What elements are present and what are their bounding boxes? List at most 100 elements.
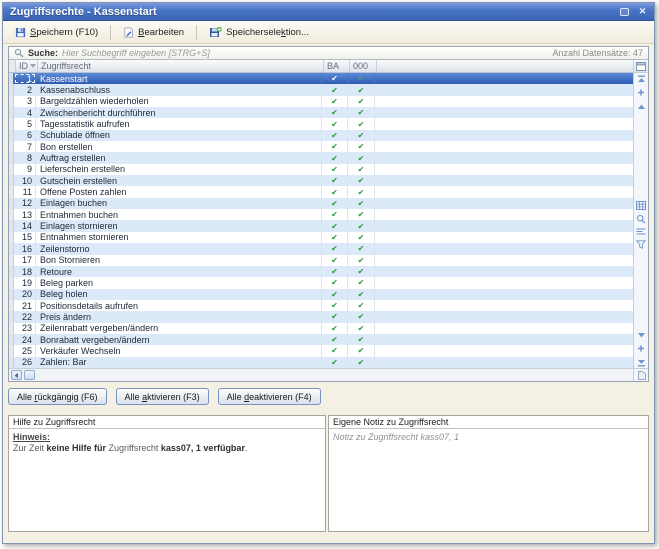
cell-id: 12 (14, 198, 36, 209)
scroll-thumb-button[interactable] (24, 370, 35, 380)
table-row[interactable]: 21Positionsdetails aufrufen✔✔ (9, 300, 633, 311)
cell-zugriffsrecht: Bon Stornieren (36, 255, 322, 266)
table-row[interactable]: 12Einlagen buchen✔✔ (9, 198, 633, 209)
horizontal-scrollbar[interactable] (9, 368, 633, 381)
scroll-up-icon[interactable] (636, 102, 647, 111)
cell-000-check: ✔ (348, 334, 375, 345)
deactivate-all-button[interactable]: Alle deaktivieren (F4) (218, 388, 321, 405)
cell-zugriffsrecht: Zeilenstorno (36, 243, 322, 254)
cell-ba-check: ✔ (322, 311, 348, 322)
note-panel-title: Eigene Notiz zu Zugriffsrecht (329, 416, 648, 429)
table-row[interactable]: 16Zeilenstorno✔✔ (9, 243, 633, 254)
cell-zugriffsrecht: Entnahmen buchen (36, 209, 322, 220)
cell-ba-check: ✔ (322, 164, 348, 175)
filter-icon[interactable] (636, 240, 647, 249)
cell-id: 8 (14, 152, 36, 163)
grid-view-icon[interactable] (636, 201, 647, 210)
cell-id: 6 (14, 130, 36, 141)
table-row[interactable]: 14Einlagen stornieren✔✔ (9, 220, 633, 231)
table-row[interactable]: 13Entnahmen buchen✔✔ (9, 209, 633, 220)
selection-button[interactable]: Speicherselektion... (203, 23, 315, 41)
cell-ba-check: ✔ (322, 186, 348, 197)
scroll-to-top-icon[interactable] (636, 74, 647, 83)
table-row[interactable]: 11Offene Posten zahlen✔✔ (9, 186, 633, 197)
page-down-icon[interactable] (636, 344, 647, 353)
search-input[interactable]: Hier Suchbegriff eingeben [STRG+S] (62, 48, 548, 58)
cell-000-check: ✔ (348, 73, 375, 84)
close-button[interactable]: ✕ (635, 6, 650, 18)
cell-zugriffsrecht: Bon erstellen (36, 141, 322, 152)
cell-ba-check: ✔ (322, 289, 348, 300)
table-row[interactable]: 5Tagesstatistik aufrufen✔✔ (9, 118, 633, 129)
activate-all-button[interactable]: Alle aktivieren (F3) (116, 388, 209, 405)
column-chooser-icon (636, 62, 646, 71)
undo-all-button[interactable]: Alle rückgängig (F6) (8, 388, 107, 405)
save-button[interactable]: Speichern (F10) (9, 24, 104, 41)
cell-zugriffsrecht: Gutschein erstellen (36, 175, 322, 186)
grid-corner-button[interactable] (634, 368, 648, 381)
cell-000-check: ✔ (348, 141, 375, 152)
column-header-id-label: ID (19, 61, 28, 71)
cell-filler (375, 141, 633, 152)
cell-000-check: ✔ (348, 175, 375, 186)
table-row[interactable]: 17Bon Stornieren✔✔ (9, 255, 633, 266)
table-row[interactable]: 10Gutschein erstellen✔✔ (9, 175, 633, 186)
edit-button[interactable]: Bearbeiten (117, 24, 190, 41)
column-header-zugriffsrecht[interactable]: Zugriffsrecht (38, 60, 324, 72)
titlebar[interactable]: Zugriffsrechte - Kassenstart ✕ (3, 3, 654, 21)
table-row[interactable]: 23Zeilenrabatt vergeben/ändern✔✔ (9, 323, 633, 334)
table-row[interactable]: 7Bon erstellen✔✔ (9, 141, 633, 152)
scroll-left-button[interactable] (11, 370, 22, 380)
toolbar: Speichern (F10) Bearbeiten Speicherselek… (3, 21, 654, 44)
cell-filler (375, 300, 633, 311)
table-row[interactable]: 6Schublade öffnen✔✔ (9, 130, 633, 141)
search-records-icon[interactable] (636, 214, 647, 223)
cell-id: 23 (14, 323, 36, 334)
table-row[interactable]: 18Retoure✔✔ (9, 266, 633, 277)
table-row[interactable]: 25Verkäufer Wechseln✔✔ (9, 345, 633, 356)
search-bar[interactable]: Suche: Hier Suchbegriff eingeben [STRG+S… (9, 47, 648, 60)
table-row[interactable]: 24Bonrabatt vergeben/ändern✔✔ (9, 334, 633, 345)
table-row[interactable]: 20Beleg holen✔✔ (9, 289, 633, 300)
cell-id: 21 (14, 300, 36, 311)
table-row[interactable]: 19Beleg parken✔✔ (9, 277, 633, 288)
cell-000-check: ✔ (348, 311, 375, 322)
cell-filler (375, 232, 633, 243)
cell-ba-check: ✔ (322, 175, 348, 186)
cell-id: 4 (14, 107, 36, 118)
best-fit-icon[interactable] (636, 227, 647, 236)
table-row[interactable]: 22Preis ändern✔✔ (9, 311, 633, 322)
column-chooser-button[interactable] (634, 60, 648, 73)
vertical-scroll-track[interactable] (634, 73, 648, 368)
cell-id: 5 (14, 118, 36, 129)
cell-id: 19 (14, 277, 36, 288)
cell-filler (375, 198, 633, 209)
restore-button[interactable] (617, 6, 632, 18)
cell-000-check: ✔ (348, 289, 375, 300)
scroll-down-icon[interactable] (636, 330, 647, 339)
table-row[interactable]: 26Zahlen: Bar✔✔ (9, 357, 633, 368)
table-row[interactable]: 9Lieferschein erstellen✔✔ (9, 164, 633, 175)
cell-ba-check: ✔ (322, 334, 348, 345)
cell-000-check: ✔ (348, 243, 375, 254)
cell-id: 17 (14, 255, 36, 266)
table-row[interactable]: 4Zwischenbericht durchführen✔✔ (9, 107, 633, 118)
note-panel-content[interactable]: Notiz zu Zugriffsrecht kass07, 1 (329, 429, 648, 531)
table-row[interactable]: 8Auftrag erstellen✔✔ (9, 152, 633, 163)
table-row[interactable]: 1Kassenstart✔✔ (9, 73, 633, 84)
page-up-icon[interactable] (636, 88, 647, 97)
table-row[interactable]: 15Entnahmen stornieren✔✔ (9, 232, 633, 243)
cell-zugriffsrecht: Zwischenbericht durchführen (36, 107, 322, 118)
cell-zugriffsrecht: Verkäufer Wechseln (36, 345, 322, 356)
column-header-id[interactable]: ID (16, 60, 38, 72)
scroll-to-bottom-icon[interactable] (636, 358, 647, 367)
table-row[interactable]: 3Bargeldzählen wiederholen✔✔ (9, 96, 633, 107)
column-header-000[interactable]: 000 (350, 60, 377, 72)
vertical-scrollbar[interactable] (633, 60, 648, 381)
cell-ba-check: ✔ (322, 107, 348, 118)
table-row[interactable]: 2Kassenabschluss✔✔ (9, 84, 633, 95)
cell-ba-check: ✔ (322, 255, 348, 266)
cell-filler (375, 243, 633, 254)
column-header-ba[interactable]: BA (324, 60, 350, 72)
save-button-label: Speichern (F10) (30, 27, 98, 38)
